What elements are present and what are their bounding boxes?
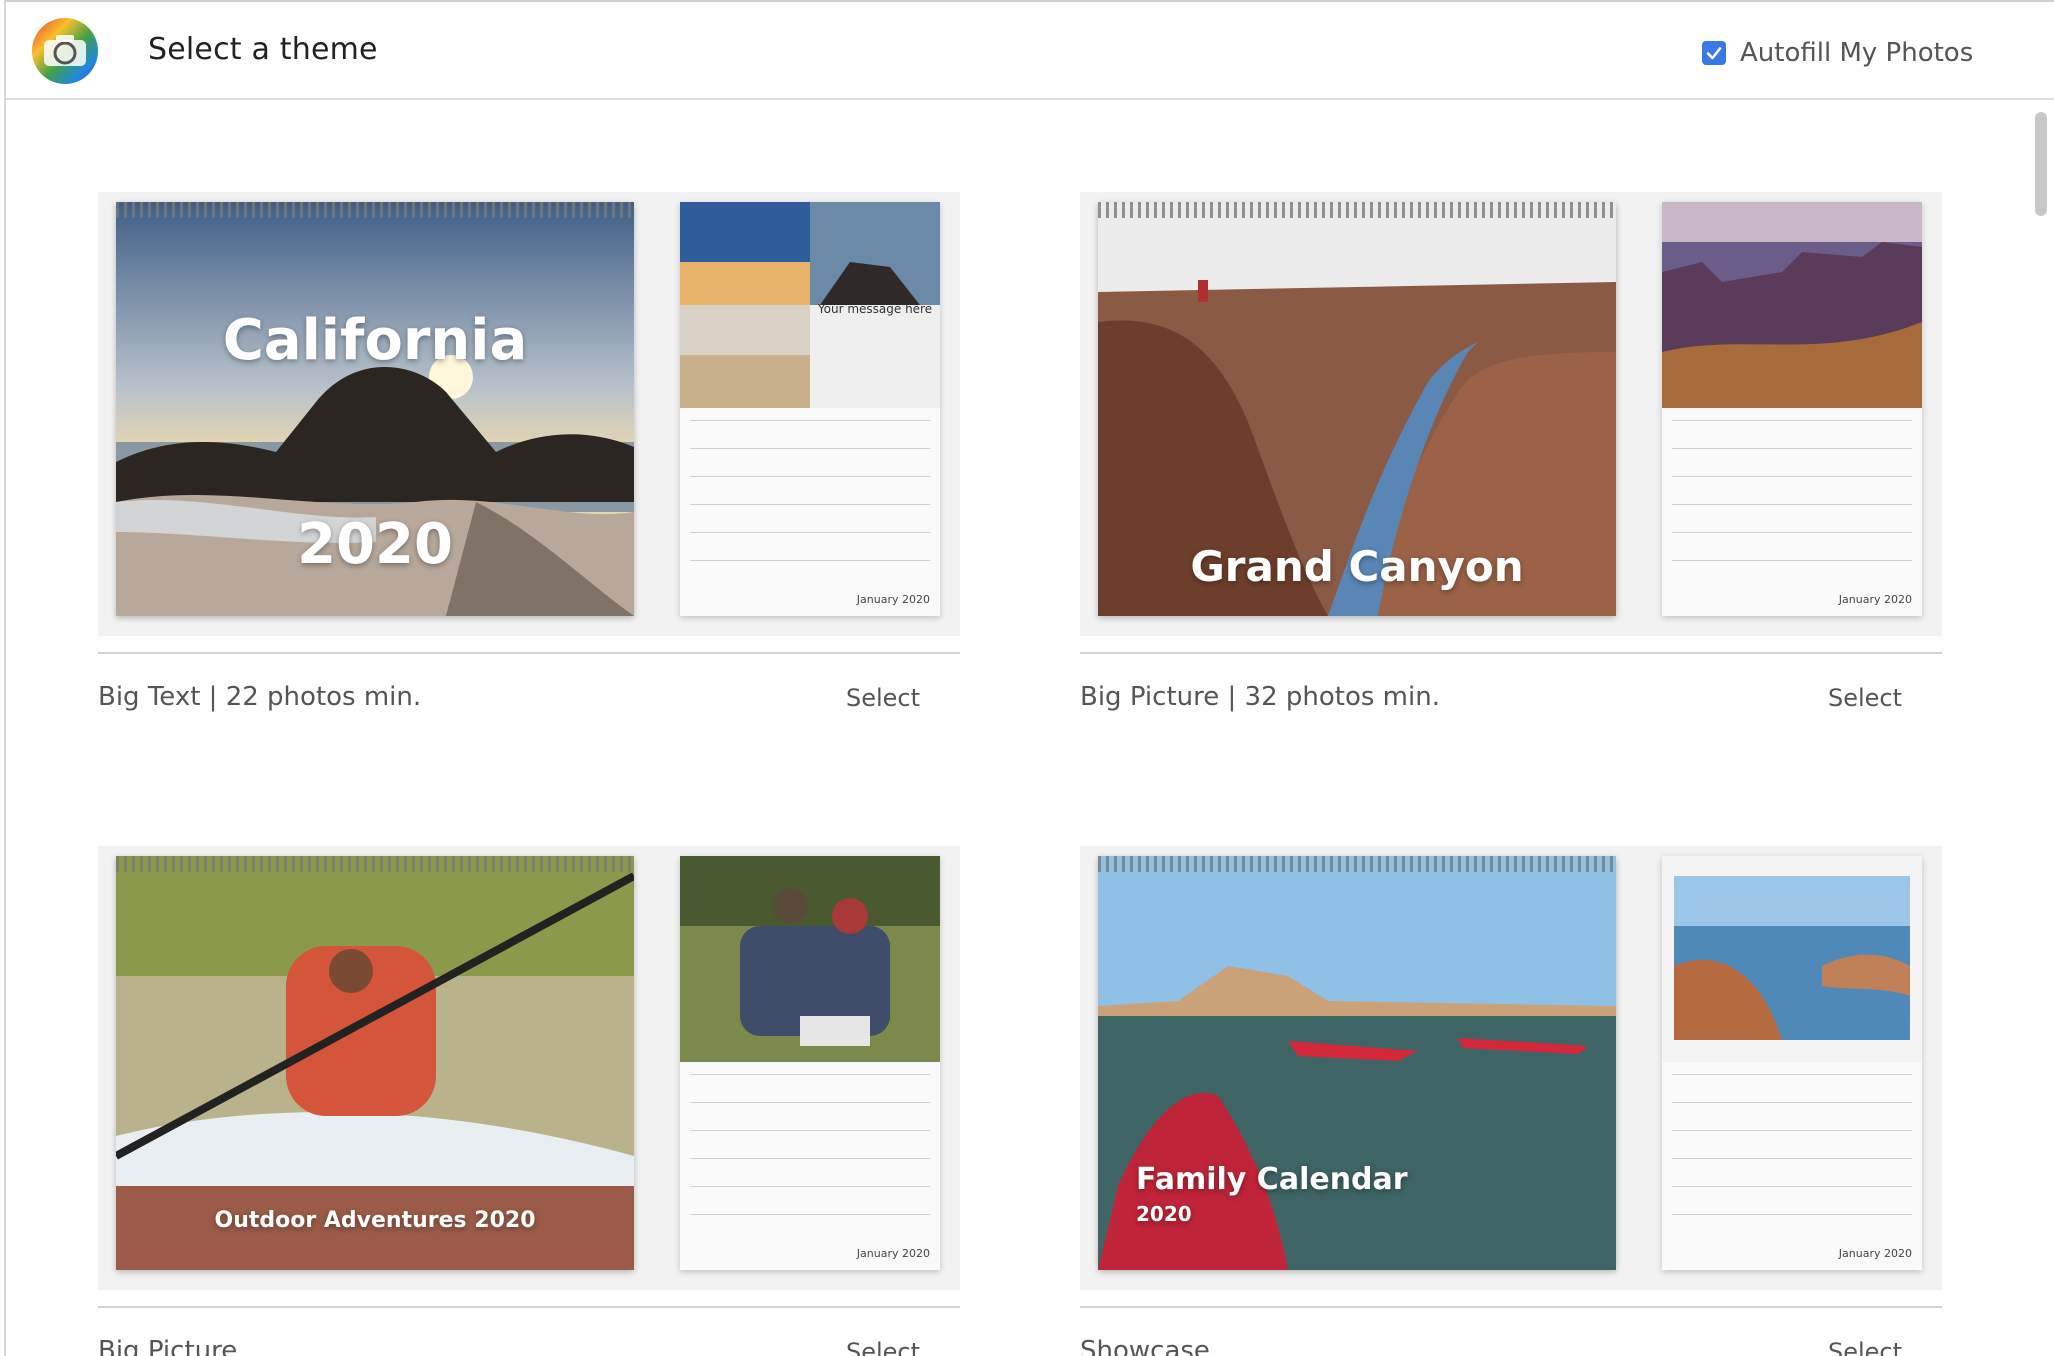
calendar-grid bbox=[690, 420, 930, 590]
checkmark-icon bbox=[1706, 47, 1722, 60]
header-bar: Select a theme Autofill My Photos bbox=[6, 2, 2054, 100]
theme-list: California 2020 Your message here Januar… bbox=[6, 102, 2054, 1356]
card-divider bbox=[1080, 652, 1942, 654]
theme-name: Showcase bbox=[1080, 1336, 1210, 1356]
calendar-grid bbox=[690, 1074, 930, 1244]
month-page: January 2020 bbox=[680, 856, 940, 1270]
select-button[interactable]: Select bbox=[1828, 684, 1902, 712]
cover-page: Family Calendar 2020 bbox=[1098, 856, 1616, 1270]
spiral-binding bbox=[116, 202, 634, 218]
campers-photo bbox=[680, 856, 940, 1062]
spiral-binding bbox=[116, 856, 634, 872]
camera-logo-icon bbox=[32, 18, 98, 84]
month-page: January 2020 bbox=[1662, 856, 1922, 1270]
spiral-binding bbox=[1098, 856, 1616, 872]
desert-mesa-photo bbox=[1662, 202, 1922, 408]
theme-selector-window: Select a theme Autofill My Photos Califo… bbox=[4, 0, 2054, 1356]
month-caption: January 2020 bbox=[856, 593, 930, 606]
theme-preview[interactable]: California 2020 Your message here Januar… bbox=[98, 192, 960, 636]
autofill-checkbox[interactable] bbox=[1702, 41, 1726, 65]
month-caption: January 2020 bbox=[1838, 1247, 1912, 1260]
scrollbar[interactable] bbox=[2032, 106, 2050, 1356]
theme-name: Big Text | 22 photos min. bbox=[98, 682, 422, 712]
month-page: Your message here January 2020 bbox=[680, 202, 940, 616]
select-button[interactable]: Select bbox=[1828, 1338, 1902, 1356]
theme-preview[interactable]: Family Calendar 2020 January 2020 bbox=[1080, 846, 1942, 1290]
month-caption: January 2020 bbox=[856, 1247, 930, 1260]
cover-title: Outdoor Adventures 2020 bbox=[214, 1208, 536, 1233]
theme-name: Big Picture | 32 photos min. bbox=[1080, 682, 1440, 712]
cover-title: Family Calendar bbox=[1136, 1162, 1408, 1197]
month-page: January 2020 bbox=[1662, 202, 1922, 616]
cover-title: California bbox=[222, 308, 528, 373]
cover-page: California 2020 bbox=[116, 202, 634, 616]
card-divider bbox=[98, 1306, 960, 1308]
select-button[interactable]: Select bbox=[846, 1338, 920, 1356]
theme-preview[interactable]: Outdoor Adventures 2020 January 2020 bbox=[98, 846, 960, 1290]
message-placeholder: Your message here bbox=[817, 302, 933, 316]
cover-title: Grand Canyon bbox=[1190, 542, 1524, 591]
cover-year: 2020 bbox=[1136, 1202, 1192, 1226]
card-divider bbox=[98, 652, 960, 654]
calendar-grid bbox=[1672, 420, 1912, 590]
select-button[interactable]: Select bbox=[846, 684, 920, 712]
cover-page: Outdoor Adventures 2020 bbox=[116, 856, 634, 1270]
page-title: Select a theme bbox=[148, 32, 378, 67]
spiral-binding bbox=[1098, 202, 1616, 218]
autofill-toggle[interactable]: Autofill My Photos bbox=[1702, 38, 1973, 68]
cover-year: 2020 bbox=[297, 512, 453, 577]
autofill-label: Autofill My Photos bbox=[1740, 38, 1974, 68]
month-caption: January 2020 bbox=[1838, 593, 1912, 606]
theme-name: Big Picture bbox=[98, 1336, 238, 1356]
scrollbar-thumb[interactable] bbox=[2035, 112, 2047, 216]
card-divider bbox=[1080, 1306, 1942, 1308]
theme-preview[interactable]: Grand Canyon January 2020 bbox=[1080, 192, 1942, 636]
calendar-grid bbox=[1672, 1074, 1912, 1244]
lake-canyon-photo bbox=[1662, 856, 1922, 1062]
cover-page: Grand Canyon bbox=[1098, 202, 1616, 616]
